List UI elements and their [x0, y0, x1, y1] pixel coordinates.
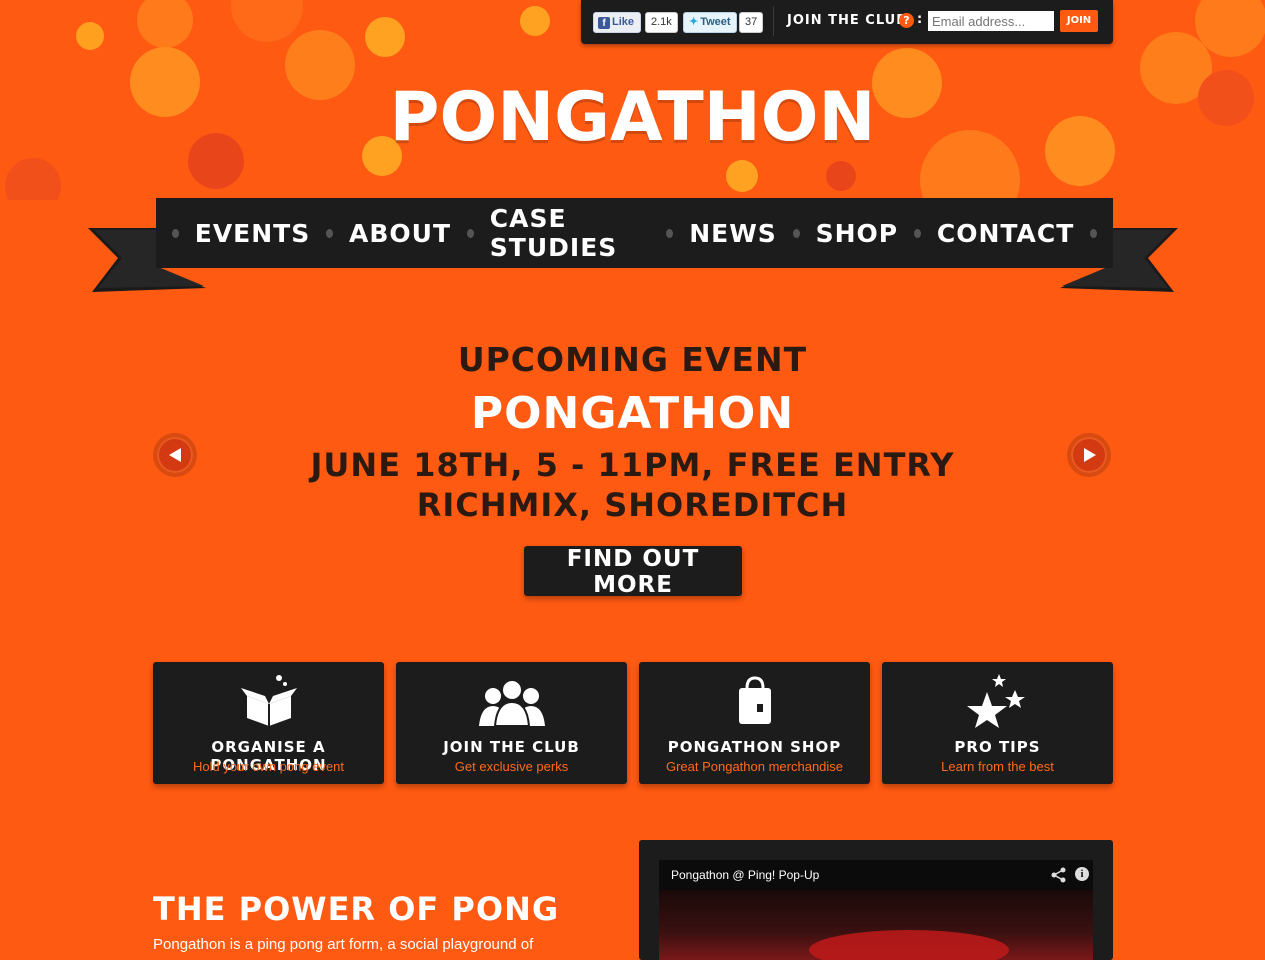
tile-organise[interactable]: ORGANISE A PONGATHON Hold your own pong …: [153, 662, 384, 784]
nav-item-case-studies[interactable]: CASE STUDIES: [490, 204, 651, 262]
nav-item-contact[interactable]: CONTACT: [937, 219, 1074, 248]
nav-separator-dot: [792, 228, 800, 238]
stars-icon: [882, 674, 1113, 728]
tweet-label: Tweet: [700, 16, 731, 28]
join-button[interactable]: JOIN: [1060, 10, 1098, 32]
shopping-bag-icon: [639, 674, 870, 724]
info-icon[interactable]: i: [1075, 867, 1089, 881]
nav-separator-dot: [914, 228, 921, 238]
nav-item-events[interactable]: EVENTS: [195, 219, 311, 248]
about-heading: THE POWER OF PONG: [153, 890, 560, 928]
facebook-icon: f: [598, 17, 610, 29]
about-text: Pongathon is a ping pong art form, a soc…: [153, 936, 534, 953]
divider: [773, 6, 774, 36]
video-title[interactable]: Pongathon @ Ping! Pop-Up: [671, 868, 819, 882]
tile-shop[interactable]: PONGATHON SHOP Great Pongathon merchandi…: [639, 662, 870, 784]
tweet-button[interactable]: ✦ Tweet: [683, 12, 737, 33]
tile-title: PONGATHON SHOP: [667, 738, 842, 756]
nav-separator-dot: [326, 228, 334, 238]
help-icon[interactable]: ?: [899, 13, 914, 28]
nav-item-news[interactable]: NEWS: [689, 219, 777, 248]
tile-subtitle: Great Pongathon merchandise: [665, 759, 844, 774]
tile-title: JOIN THE CLUB: [443, 738, 580, 756]
main-nav: EVENTS ABOUT CASE STUDIES NEWS SHOP CONT…: [156, 198, 1113, 268]
nav-item-shop[interactable]: SHOP: [816, 219, 899, 248]
share-icon[interactable]: [1051, 867, 1067, 883]
join-club-label: JOIN THE CLUB: [787, 13, 908, 28]
hero-event-name: PONGATHON: [470, 388, 795, 439]
tweet-count: 37: [739, 12, 764, 33]
nav-item-about[interactable]: ABOUT: [349, 219, 451, 248]
twitter-bird-icon: ✦: [689, 16, 699, 28]
social-signup-bar: fLike 2.1k ✦Tweet 37 JOIN THE CLUB ? : J…: [581, 0, 1113, 44]
tile-subtitle: Hold your own pong event: [192, 759, 345, 774]
find-out-more-button[interactable]: FIND OUT MORE: [524, 546, 742, 598]
hero-heading: UPCOMING EVENT: [457, 340, 808, 379]
email-input[interactable]: [928, 11, 1054, 31]
tile-title: PRO TIPS: [954, 738, 1041, 756]
colon: :: [917, 12, 923, 27]
group-icon: [396, 674, 627, 727]
nav-separator-dot: [171, 228, 179, 238]
tile-subtitle: Get exclusive perks: [454, 759, 569, 774]
tile-subtitle: Learn from the best: [941, 759, 1054, 774]
hero-venue-line: RICHMIX, SHOREDITCH: [416, 486, 849, 524]
nav-separator-dot: [467, 228, 474, 238]
pongathon-logo[interactable]: PONGATHON: [0, 78, 1265, 157]
facebook-like-button[interactable]: f Like: [593, 12, 642, 33]
nav-separator-dot: [666, 228, 674, 238]
nav-separator-dot: [1090, 228, 1098, 238]
video-player[interactable]: Pongathon @ Ping! Pop-Up i: [659, 860, 1093, 960]
gift-box-icon: [153, 674, 384, 726]
like-label: Like: [612, 16, 635, 28]
tile-pro-tips[interactable]: PRO TIPS Learn from the best: [882, 662, 1113, 784]
like-count: 2.1k: [645, 12, 678, 33]
hero-date-line: JUNE 18TH, 5 - 11PM, FREE ENTRY: [310, 446, 955, 484]
tile-join-club[interactable]: JOIN THE CLUB Get exclusive perks: [396, 662, 627, 784]
